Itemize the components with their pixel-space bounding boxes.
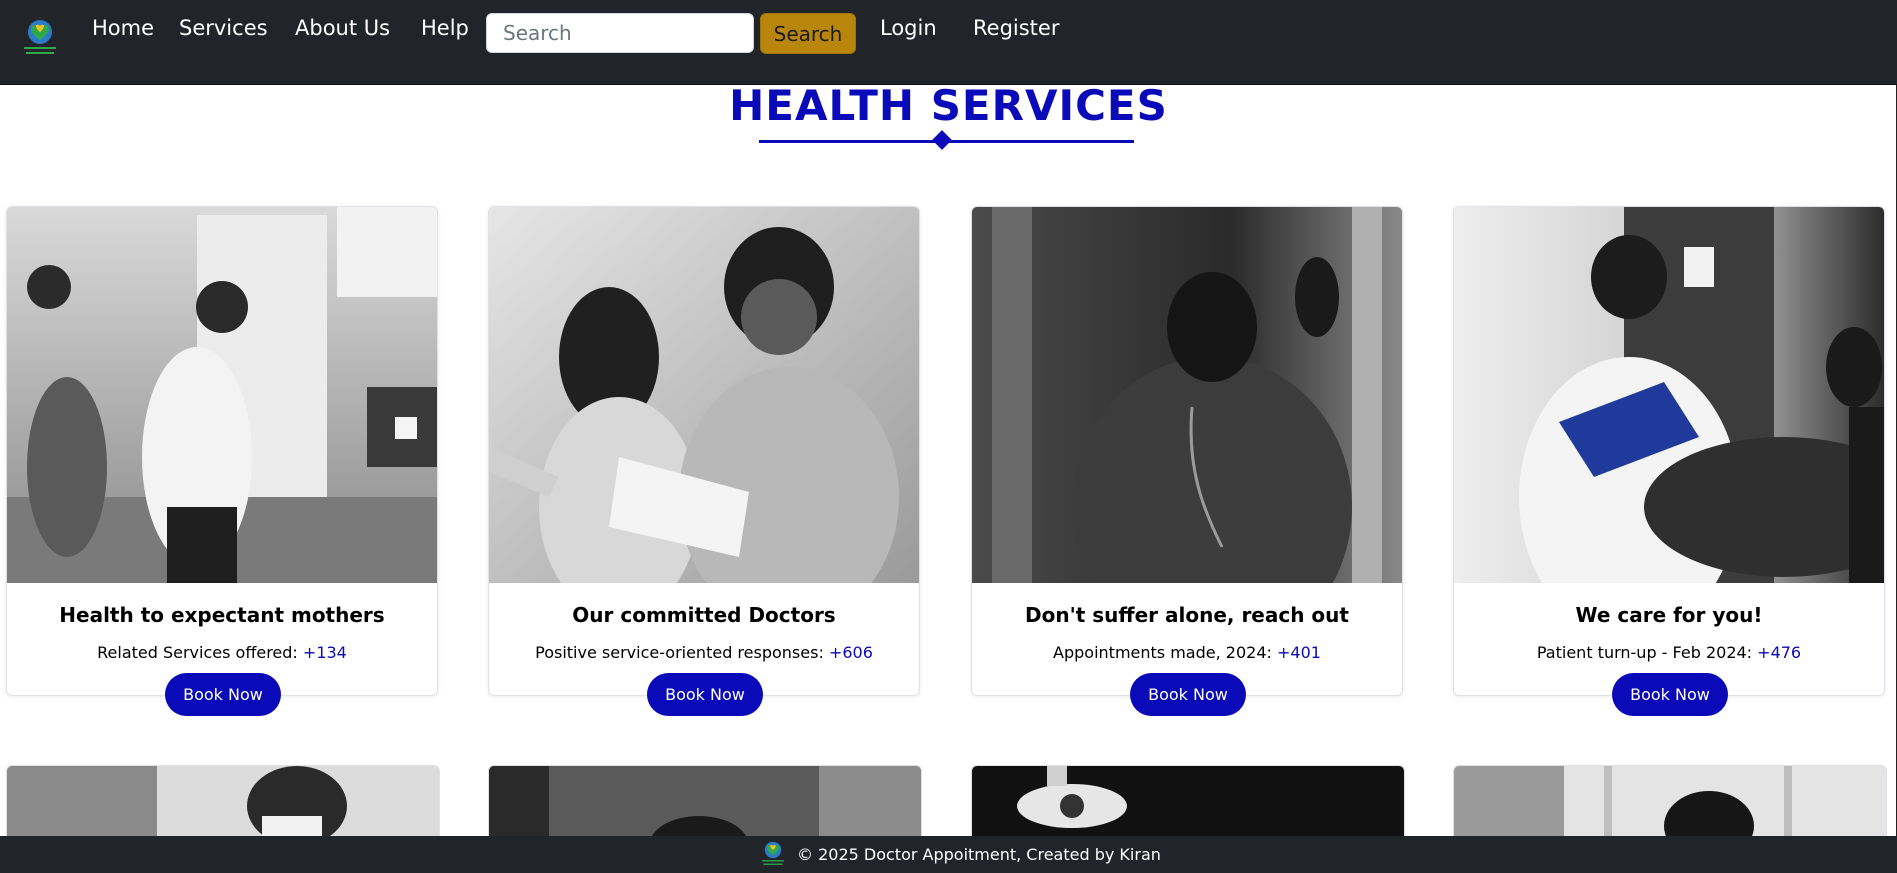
heart-logo-icon [762,841,784,865]
service-card-row2-1 [6,765,440,846]
nav-link-services[interactable]: Services [179,14,268,42]
card-stat-value: +476 [1757,643,1802,662]
medical-lamp-photo [972,766,1404,846]
card-stat-label: Related Services offered: [97,643,298,662]
card-stat-value: +134 [302,643,347,662]
service-card-row2-2 [488,765,922,846]
card-stat-label: Positive service-oriented responses: [535,643,824,662]
book-now-button[interactable]: Book Now [165,673,281,716]
card-stat: Related Services offered: +134 [6,640,438,666]
navbar: Home Services About Us Help Search Login… [0,0,1897,85]
search-button[interactable]: Search [760,13,856,54]
footer: © 2025 Doctor Appoitment, Created by Kir… [0,836,1897,873]
card-stat-label: Patient turn-up - Feb 2024: [1536,643,1753,662]
nav-link-login[interactable]: Login [880,14,937,42]
footer-copyright: © 2025 Doctor Appoitment, Created by Kir… [797,845,1161,864]
nav-link-help[interactable]: Help [421,14,469,42]
card-title: Don't suffer alone, reach out [1025,603,1349,627]
service-card-row2-3 [971,765,1405,846]
service-card-row2-4 [1453,765,1887,846]
card-title: Health to expectant mothers [59,603,385,627]
patient-in-hallway-photo [1454,766,1886,846]
card-title: We care for you! [1575,603,1763,627]
book-now-button[interactable]: Book Now [1612,673,1728,716]
nav-link-register[interactable]: Register [973,14,1059,42]
card-stat: Appointments made, 2024: +401 [971,640,1403,666]
card-stat: Patient turn-up - Feb 2024: +476 [1453,640,1885,666]
card-stat: Positive service-oriented responses: +60… [488,640,920,666]
book-now-button[interactable]: Book Now [1130,673,1246,716]
doctor-with-mask-photo [7,766,439,846]
card-stat-value: +606 [828,643,873,662]
card-stat-label: Appointments made, 2024: [1053,643,1272,662]
patient-portrait-photo [489,766,921,846]
doctor-reviewing-clipboard-photo [1454,207,1884,583]
heart-logo-icon[interactable] [18,16,62,60]
doctor-with-expectant-mother-photo [7,207,437,583]
card-title: Our committed Doctors [572,603,836,627]
nav-link-about-us[interactable]: About Us [295,14,390,42]
section-title: HEALTH SERVICES [729,81,1168,130]
title-diamond-ornament [932,130,952,150]
card-stat-value: +401 [1276,643,1321,662]
smiling-nurses-with-folders-photo [489,207,919,583]
nav-link-home[interactable]: Home [92,14,154,42]
distressed-doctor-photo [972,207,1402,583]
book-now-button[interactable]: Book Now [647,673,763,716]
search-input[interactable] [486,13,754,53]
